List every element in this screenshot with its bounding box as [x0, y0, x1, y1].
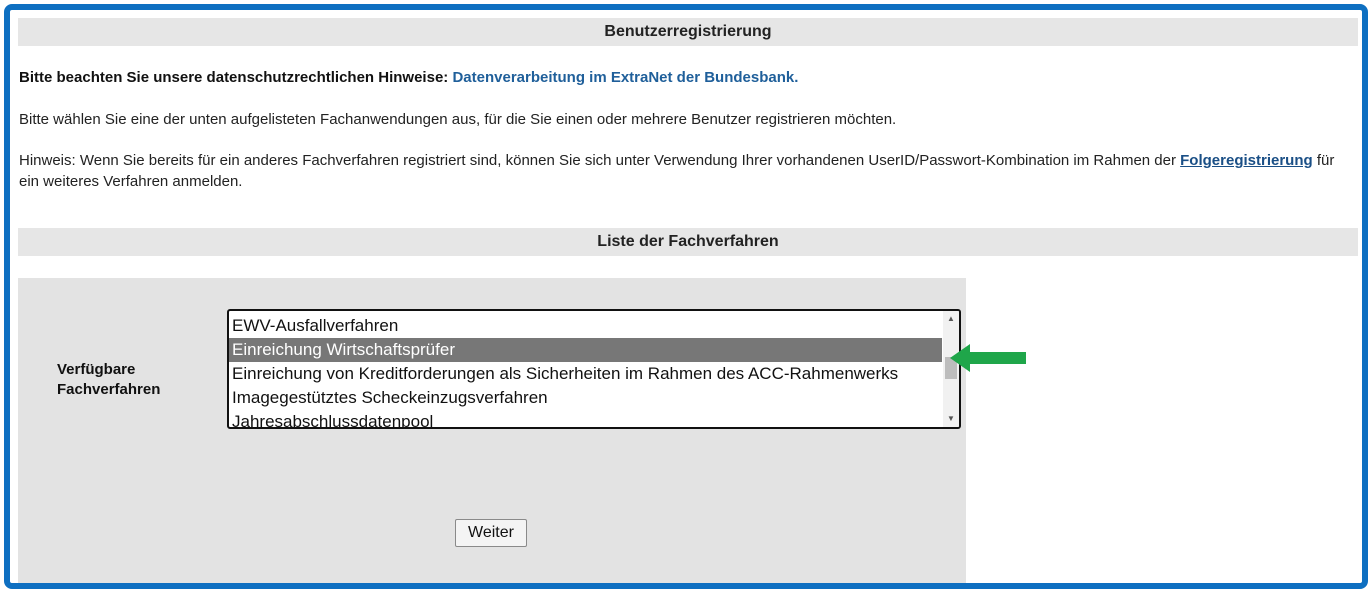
- follow-registration-link[interactable]: Folgeregistrierung: [1180, 152, 1313, 169]
- scroll-up-arrow-icon[interactable]: ▲: [943, 312, 959, 326]
- next-button[interactable]: Weiter: [455, 519, 527, 547]
- procedure-listbox[interactable]: EWV-Ausfallverfahren Einreichung Wirtsch…: [227, 309, 961, 429]
- list-item[interactable]: Imagegestütztes Scheckeinzugsverfahren: [229, 386, 942, 410]
- green-arrow-left-icon: [950, 344, 1026, 372]
- label-line-2: Fachverfahren: [57, 381, 161, 398]
- selection-panel: Verfügbare Fachverfahren EWV-Ausfallverf…: [18, 278, 966, 583]
- privacy-lead: Bitte beachten Sie unsere datenschutzrec…: [19, 69, 449, 86]
- label-line-1: Verfügbare: [57, 361, 136, 378]
- list-section-title: Liste der Fachverfahren: [18, 228, 1358, 256]
- page-title: Benutzerregistrierung: [18, 18, 1358, 46]
- page-title-text: Benutzerregistrierung: [604, 23, 772, 40]
- hint-text: Hinweis: Wenn Sie bereits für ein andere…: [19, 150, 1339, 192]
- scroll-down-arrow-icon[interactable]: ▼: [943, 412, 959, 426]
- list-item[interactable]: EWV-Ausfallverfahren: [229, 314, 942, 338]
- intro-text: Bitte wählen Sie eine der unten aufgelis…: [19, 111, 897, 128]
- list-section-title-text: Liste der Fachverfahren: [597, 233, 779, 250]
- privacy-notice: Bitte beachten Sie unsere datenschutzrec…: [19, 67, 798, 88]
- hint-before: Hinweis: Wenn Sie bereits für ein andere…: [19, 152, 1181, 169]
- list-item[interactable]: Jahresabschlussdatenpool: [229, 410, 942, 427]
- registration-window: Benutzerregistrierung Bitte beachten Sie…: [4, 4, 1368, 589]
- list-item[interactable]: Einreichung von Kreditforderungen als Si…: [229, 362, 942, 386]
- list-item-selected[interactable]: Einreichung Wirtschaftsprüfer: [229, 338, 942, 362]
- privacy-link[interactable]: Datenverarbeitung im ExtraNet der Bundes…: [452, 69, 798, 86]
- available-procedures-label: Verfügbare Fachverfahren: [57, 360, 160, 400]
